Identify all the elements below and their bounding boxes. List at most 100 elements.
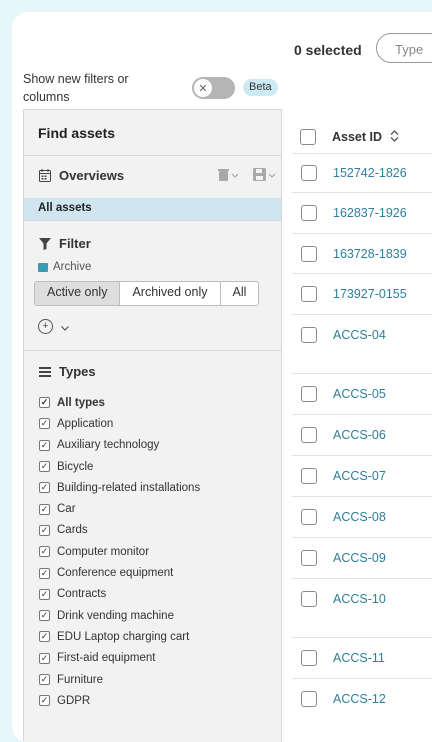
type-checkbox[interactable]: ✓: [39, 546, 50, 558]
asset-id-link[interactable]: ACCS-06: [333, 428, 386, 442]
row-checkbox[interactable]: [301, 427, 317, 443]
type-checkbox[interactable]: ✓: [39, 482, 50, 494]
asset-id-link[interactable]: ACCS-11: [333, 651, 385, 665]
row-checkbox[interactable]: [301, 205, 317, 221]
new-filters-toggle-label: Show new filters or columns: [23, 72, 129, 104]
beta-badge: Beta: [243, 79, 278, 96]
type-label: All types: [57, 396, 105, 409]
row-checkbox[interactable]: [301, 509, 317, 525]
archive-option-archived-only[interactable]: Archived only: [120, 282, 221, 305]
asset-id-link[interactable]: ACCS-07: [333, 469, 386, 483]
close-icon: ✕: [194, 79, 212, 97]
type-filter-item[interactable]: ✓ All types: [39, 392, 200, 413]
type-filter-item[interactable]: ✓ Application: [39, 413, 200, 434]
type-label: EDU Laptop charging cart: [57, 630, 190, 643]
asset-id-link[interactable]: ACCS-09: [333, 551, 386, 565]
type-filter-item[interactable]: ✓ Drink vending machine: [39, 605, 200, 626]
app-frame: 0 selected Type Show new filters or colu…: [12, 12, 432, 742]
type-filter-item[interactable]: ✓ Conference equipment: [39, 562, 200, 583]
archive-option-active-only[interactable]: Active only: [35, 282, 121, 305]
divider: [24, 155, 281, 156]
type-checkbox[interactable]: ✓: [39, 397, 50, 409]
type-filter-item[interactable]: ✓ GDPR: [39, 690, 200, 711]
row-divider: [292, 496, 432, 497]
type-filter-item[interactable]: ✓ Cards: [39, 520, 200, 541]
archive-label: Archive: [53, 261, 92, 273]
add-filter-button[interactable]: +: [38, 319, 69, 334]
sort-icon[interactable]: [390, 129, 399, 145]
type-checkbox[interactable]: ✓: [39, 695, 50, 707]
row-checkbox[interactable]: [301, 550, 317, 566]
trash-icon[interactable]: [218, 168, 239, 185]
chevron-down-icon: [61, 320, 69, 334]
type-label: Car: [57, 503, 76, 516]
types-list: ✓ All types ✓ Application ✓ Auxiliary technol…: [39, 392, 200, 711]
row-divider: [292, 273, 432, 274]
type-filter-item[interactable]: ✓ Building-related installations: [39, 477, 200, 498]
select-all-checkbox[interactable]: [300, 129, 316, 145]
type-checkbox[interactable]: ✓: [39, 674, 50, 685]
row-checkbox[interactable]: [301, 468, 317, 484]
type-label: GDPR: [57, 694, 91, 707]
funnel-icon: [38, 237, 52, 250]
type-filter-item[interactable]: ✓ Bicycle: [39, 456, 200, 477]
row-divider: [292, 678, 432, 679]
asset-id-link[interactable]: 163728-1839: [333, 247, 407, 261]
header-divider: [292, 153, 432, 154]
save-icon[interactable]: [253, 168, 276, 185]
asset-id-link[interactable]: ACCS-10: [333, 592, 386, 606]
type-filter-item[interactable]: ✓ First-aid equipment: [39, 648, 200, 669]
asset-id-link[interactable]: ACCS-08: [333, 510, 386, 524]
row-divider: [292, 455, 432, 456]
type-checkbox[interactable]: ✓: [39, 503, 50, 515]
type-checkbox[interactable]: ✓: [39, 631, 50, 643]
row-checkbox[interactable]: [301, 691, 317, 707]
asset-id-link[interactable]: 162837-1926: [333, 206, 407, 220]
list-icon: [38, 366, 52, 377]
type-checkbox[interactable]: ✓: [39, 418, 50, 430]
type-label: Building-related installations: [57, 481, 201, 494]
column-header-asset-id[interactable]: Asset ID: [300, 129, 399, 145]
divider: [24, 220, 281, 221]
row-checkbox[interactable]: [301, 386, 317, 402]
type-checkbox[interactable]: ✓: [39, 524, 50, 536]
overviews-header[interactable]: Overviews: [38, 168, 124, 183]
type-filter-item[interactable]: ✓ Furniture: [39, 669, 200, 690]
row-checkbox[interactable]: [301, 591, 317, 607]
asset-id-link[interactable]: ACCS-05: [333, 387, 386, 401]
row-checkbox[interactable]: [301, 327, 317, 343]
type-filter-item[interactable]: ✓ Computer monitor: [39, 541, 200, 562]
overview-item-all-assets[interactable]: All assets: [24, 198, 281, 220]
asset-id-link[interactable]: 152742-1826: [333, 166, 407, 180]
type-filter-item[interactable]: ✓ Contracts: [39, 584, 200, 605]
type-checkbox[interactable]: ✓: [39, 439, 50, 451]
overviews-label: Overviews: [59, 168, 125, 183]
archive-segmented-control: Active only Archived only All: [34, 281, 260, 306]
archive-icon: [38, 262, 48, 272]
type-checkbox[interactable]: ✓: [39, 588, 50, 600]
row-divider: [292, 414, 432, 415]
asset-id-link[interactable]: ACCS-12: [333, 692, 386, 706]
row-checkbox[interactable]: [301, 246, 317, 262]
archive-option-all[interactable]: All: [221, 282, 259, 305]
type-checkbox[interactable]: ✓: [39, 652, 50, 664]
row-checkbox[interactable]: [301, 165, 317, 181]
asset-id-link[interactable]: 173927-0155: [333, 287, 407, 301]
panel-title: Find assets: [38, 125, 116, 141]
row-checkbox[interactable]: [301, 286, 317, 302]
type-checkbox[interactable]: ✓: [39, 461, 50, 473]
divider: [24, 350, 281, 351]
row-checkbox[interactable]: [301, 650, 317, 666]
type-filter-item[interactable]: ✓ EDU Laptop charging cart: [39, 626, 200, 647]
type-filter-item[interactable]: ✓ Auxiliary technology: [39, 435, 200, 456]
type-checkbox[interactable]: ✓: [39, 610, 50, 622]
types-label: Types: [59, 364, 96, 379]
type-filter-input[interactable]: Type: [376, 33, 432, 63]
row-divider: [292, 233, 432, 234]
type-filter-item[interactable]: ✓ Car: [39, 498, 200, 519]
new-filters-toggle[interactable]: ✕: [192, 77, 235, 99]
type-checkbox[interactable]: ✓: [39, 567, 50, 579]
row-divider: [292, 537, 432, 538]
type-label: Application: [57, 417, 114, 430]
asset-id-link[interactable]: ACCS-04: [333, 328, 386, 342]
